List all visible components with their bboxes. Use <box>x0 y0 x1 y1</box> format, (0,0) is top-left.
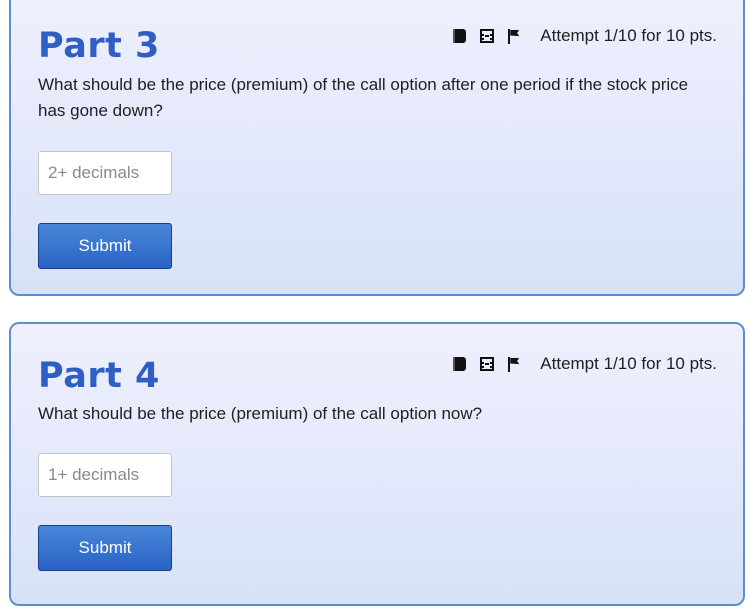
answer-input[interactable] <box>38 151 172 195</box>
submit-button[interactable]: Submit <box>38 223 172 269</box>
film-icon[interactable] <box>480 357 495 371</box>
flag-icon[interactable] <box>508 356 520 372</box>
answer-input[interactable] <box>38 453 172 497</box>
attempt-info: Attempt 1/10 for 10 pts. <box>540 354 717 373</box>
part-4-card: Part 4 Attempt 1/10 for 10 pts. What sho… <box>9 322 745 606</box>
question-text: What should be the price (premium) of th… <box>38 75 689 120</box>
flag-icon[interactable] <box>508 28 520 44</box>
part-3-card: Part 3 Attempt 1/10 for 10 pts. What sho… <box>9 0 745 296</box>
book-icon[interactable] <box>453 357 467 371</box>
book-icon[interactable] <box>453 29 467 43</box>
submit-button[interactable]: Submit <box>38 525 172 571</box>
part-title: Part 4 <box>38 356 160 396</box>
film-icon[interactable] <box>480 29 495 43</box>
question-text: What should be the price (premium) of th… <box>38 404 483 423</box>
part-meta: Attempt 1/10 for 10 pts. <box>453 354 717 374</box>
part-meta: Attempt 1/10 for 10 pts. <box>453 26 717 46</box>
part-title: Part 3 <box>38 26 160 66</box>
attempt-info: Attempt 1/10 for 10 pts. <box>540 26 717 45</box>
